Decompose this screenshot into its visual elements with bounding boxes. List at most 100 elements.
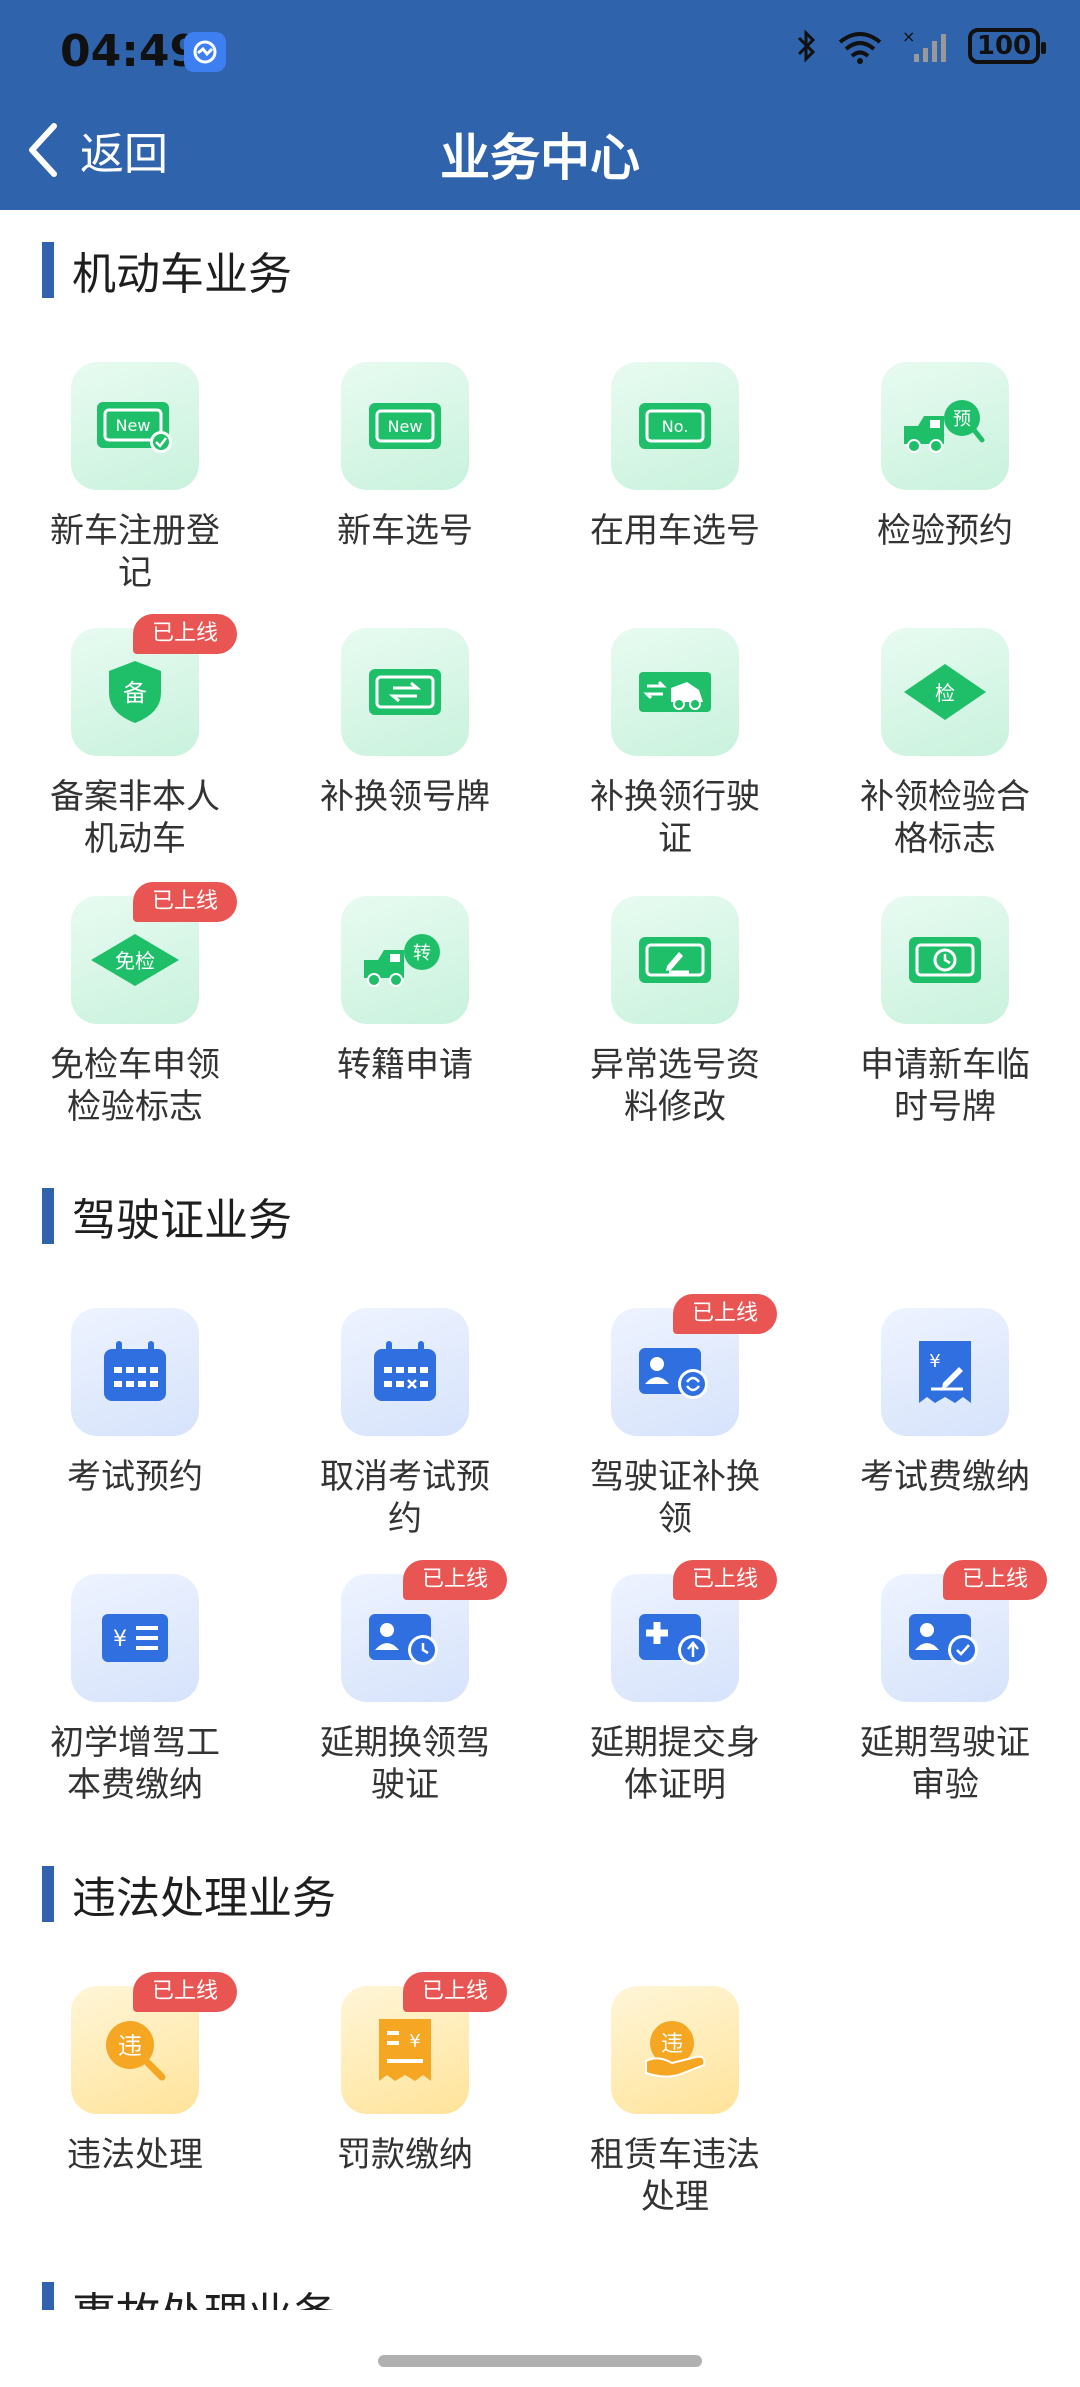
tile-exam-fee-payment[interactable]: ¥ 考试费缴纳 xyxy=(810,1308,1080,1498)
tile-replace-plate[interactable]: 补换领号牌 xyxy=(270,628,540,818)
tile-label: 检验预约 xyxy=(877,511,1013,551)
tile-label: 租赁车违法处理 xyxy=(590,2135,760,2217)
plate-edit-icon xyxy=(611,896,739,1024)
tile-label: 违法处理 xyxy=(67,2135,203,2175)
tile-inspection-reservation[interactable]: 预 检验预约 xyxy=(810,362,1080,552)
tile-used-car-plate-select[interactable]: No. 在用车选号 xyxy=(540,362,810,552)
tile-record-non-owner-vehicle[interactable]: 备 已上线 备案非本人机动车 xyxy=(0,614,270,860)
calendar-icon xyxy=(71,1308,199,1436)
online-badge: 已上线 xyxy=(673,1294,777,1334)
section-marker xyxy=(42,1866,54,1922)
no-plate-icon: No. xyxy=(611,362,739,490)
tile-label: 延期驾驶证审验 xyxy=(860,1723,1030,1805)
tile-label: 罚款缴纳 xyxy=(337,2135,473,2175)
online-badge: 已上线 xyxy=(133,882,237,922)
svg-text:违: 违 xyxy=(118,2032,142,2060)
online-badge: 已上线 xyxy=(133,1972,237,2012)
violation-search-icon: 违 已上线 xyxy=(71,1972,237,2114)
page-title: 业务中心 xyxy=(440,129,640,187)
section-header-violation: 违法处理业务 xyxy=(42,1862,336,1926)
section-header-accident: 事故处理业务 xyxy=(42,2278,336,2310)
tile-label: 转籍申请 xyxy=(337,1045,473,1085)
fine-receipt-icon: ¥ 已上线 xyxy=(341,1972,507,2114)
car-swap-icon xyxy=(611,628,739,756)
rental-violation-icon: 违 xyxy=(611,1986,739,2114)
section-title: 事故处理业务 xyxy=(72,2278,336,2310)
license-clock-icon: 已上线 xyxy=(341,1560,507,1702)
fee-receipt-icon: ¥ xyxy=(881,1308,1009,1436)
inspection-diamond-icon: 检 xyxy=(881,628,1009,756)
svg-text:¥: ¥ xyxy=(929,1351,940,1372)
shield-record-icon: 备 已上线 xyxy=(71,614,237,756)
tile-label: 新车注册登记 xyxy=(50,511,220,593)
tile-new-car-plate-select[interactable]: New 新车选号 xyxy=(270,362,540,552)
tile-label: 驾驶证补换领 xyxy=(590,1457,760,1539)
svg-text:×: × xyxy=(902,28,915,46)
bluetooth-icon xyxy=(797,29,816,63)
battery-level: 100 xyxy=(976,31,1032,61)
tile-extend-license-renewal[interactable]: 已上线 延期换领驾驶证 xyxy=(270,1560,540,1806)
tile-violation-handling[interactable]: 违 已上线 违法处理 xyxy=(0,1972,270,2176)
tile-label: 考试费缴纳 xyxy=(860,1457,1030,1497)
svg-text:¥: ¥ xyxy=(409,2031,420,2052)
section-header-vehicle: 机动车业务 xyxy=(42,238,292,302)
svg-text:New: New xyxy=(116,416,151,435)
tile-learner-fee-payment[interactable]: ¥ 初学增驾工本费缴纳 xyxy=(0,1574,270,1806)
tile-replace-driving-permit[interactable]: 补换领行驶证 xyxy=(540,628,810,860)
section-header-accident-clip: 事故处理业务 xyxy=(0,2270,1080,2310)
tile-label: 延期提交身体证明 xyxy=(590,1723,760,1805)
tile-label: 申请新车临时号牌 xyxy=(860,1045,1030,1127)
tile-label: 补换领号牌 xyxy=(320,777,490,817)
section-title: 驾驶证业务 xyxy=(72,1195,292,1246)
plate-swap-icon xyxy=(341,628,469,756)
top-bar: 04:49 × 100 返回 业务中心 xyxy=(0,0,1080,210)
truck-transfer-icon: 转 xyxy=(341,896,469,1024)
tile-label: 免检车申领检验标志 xyxy=(50,1045,220,1127)
svg-text:¥: ¥ xyxy=(113,1627,127,1652)
status-icons: × 100 xyxy=(796,28,1046,64)
section-marker xyxy=(42,1188,54,1244)
tile-label: 在用车选号 xyxy=(590,511,760,551)
tile-extend-license-review[interactable]: 已上线 延期驾驶证审验 xyxy=(810,1560,1080,1806)
svg-text:免检: 免检 xyxy=(115,949,155,973)
online-badge: 已上线 xyxy=(403,1560,507,1600)
tile-exempt-vehicle-mark[interactable]: 免检 已上线 免检车申领检验标志 xyxy=(0,882,270,1128)
wifi-icon xyxy=(838,32,882,64)
tile-new-car-registration[interactable]: New 新车注册登记 xyxy=(0,362,270,594)
home-indicator[interactable] xyxy=(378,2355,702,2367)
tile-cancel-exam-reservation[interactable]: 取消考试预约 xyxy=(270,1308,540,1540)
tile-label: 补换领行驶证 xyxy=(590,777,760,859)
status-time: 04:49 xyxy=(60,26,201,77)
tile-exam-reservation[interactable]: 考试预约 xyxy=(0,1308,270,1498)
svg-text:违: 违 xyxy=(661,2032,683,2057)
tile-label: 异常选号资料修改 xyxy=(590,1045,760,1127)
license-check-icon: 已上线 xyxy=(881,1560,1047,1702)
tile-label: 备案非本人机动车 xyxy=(50,777,220,859)
section-header-license: 驾驶证业务 xyxy=(42,1184,292,1248)
license-swap-icon: 已上线 xyxy=(611,1294,777,1436)
svg-text:预: 预 xyxy=(953,409,971,430)
tile-transfer-registration[interactable]: 转 转籍申请 xyxy=(270,896,540,1086)
svg-text:No.: No. xyxy=(662,417,689,436)
svg-text:备: 备 xyxy=(123,679,147,707)
online-badge: 已上线 xyxy=(673,1560,777,1600)
battery-icon: 100 xyxy=(968,28,1046,64)
signal-icon: × xyxy=(902,28,946,62)
tile-extend-medical-proof[interactable]: 已上线 延期提交身体证明 xyxy=(540,1560,810,1806)
truck-reserve-icon: 预 xyxy=(881,362,1009,490)
app-notification-icon xyxy=(184,32,226,72)
tile-label: 考试预约 xyxy=(67,1457,203,1497)
tile-label: 取消考试预约 xyxy=(320,1457,490,1539)
svg-text:转: 转 xyxy=(413,943,431,964)
tile-replace-inspection-mark[interactable]: 检 补领检验合格标志 xyxy=(810,628,1080,860)
tile-temporary-plate[interactable]: 申请新车临时号牌 xyxy=(810,896,1080,1128)
tile-abnormal-plate-edit[interactable]: 异常选号资料修改 xyxy=(540,896,810,1128)
online-badge: 已上线 xyxy=(133,614,237,654)
online-badge: 已上线 xyxy=(403,1972,507,2012)
online-badge: 已上线 xyxy=(943,1560,1047,1600)
tile-fine-payment[interactable]: ¥ 已上线 罚款缴纳 xyxy=(270,1972,540,2176)
tile-label: 初学增驾工本费缴纳 xyxy=(50,1723,220,1805)
plate-clock-icon xyxy=(881,896,1009,1024)
tile-rental-violation[interactable]: 违 租赁车违法处理 xyxy=(540,1986,810,2218)
tile-replace-license[interactable]: 已上线 驾驶证补换领 xyxy=(540,1294,810,1540)
